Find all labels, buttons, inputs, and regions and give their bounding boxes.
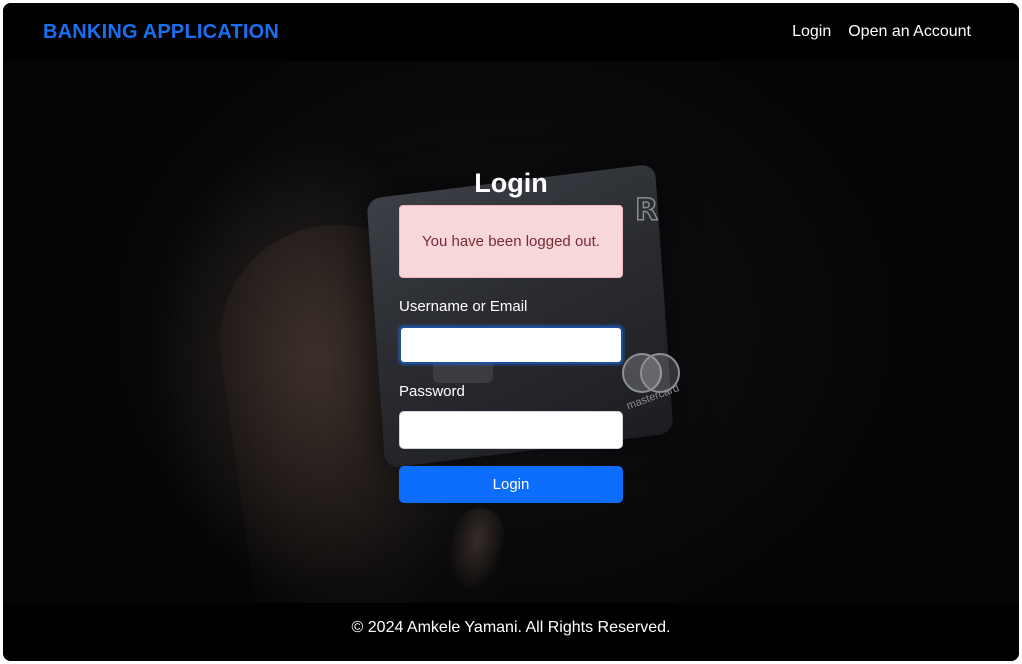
card-brand-letter: R	[634, 192, 659, 229]
brand-link[interactable]: BANKING APPLICATION	[43, 21, 279, 44]
logout-alert: You have been logged out.	[399, 205, 623, 278]
username-label: Username or Email	[399, 298, 528, 315]
page-title: Login	[474, 168, 548, 198]
footer: © 2024 Amkele Yamani. All Rights Reserve…	[3, 603, 1019, 661]
login-form: Login You have been logged out. Username…	[399, 163, 623, 503]
password-input[interactable]	[399, 411, 623, 449]
alert-message: You have been logged out.	[422, 233, 600, 250]
navbar: BANKING APPLICATION Login Open an Accoun…	[3, 3, 1019, 61]
username-input[interactable]	[399, 326, 623, 364]
password-label: Password	[399, 383, 465, 400]
app-window: R mastercard BANKING APPLICATION Login O…	[3, 3, 1019, 661]
nav-links: Login Open an Account	[792, 23, 971, 41]
nav-open-account-link[interactable]: Open an Account	[848, 23, 971, 41]
footer-copyright: © 2024 Amkele Yamani. All Rights Reserve…	[351, 619, 671, 636]
nav-login-link[interactable]: Login	[792, 23, 831, 41]
login-button[interactable]: Login	[399, 466, 623, 503]
